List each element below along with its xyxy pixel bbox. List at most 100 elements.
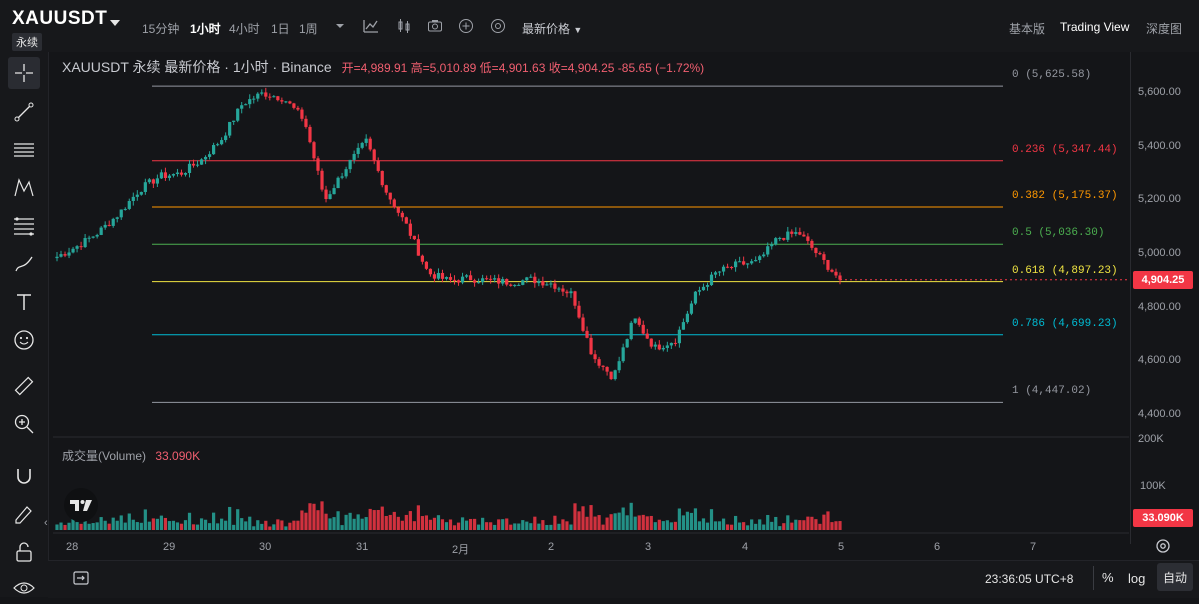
- volume-bar: [649, 515, 653, 530]
- candle-body: [87, 237, 91, 239]
- volume-bar: [798, 520, 802, 530]
- volume-bar: [613, 513, 617, 530]
- volume-bar: [750, 519, 754, 530]
- candle-body: [448, 277, 453, 280]
- interval-4h[interactable]: 4小时: [229, 20, 260, 37]
- volume-bar: [236, 509, 240, 530]
- volume-bar: [770, 521, 774, 530]
- volume-bar: [517, 523, 521, 530]
- candle-body: [677, 329, 681, 344]
- volume-bar: [754, 523, 758, 530]
- volume-bar: [665, 520, 669, 530]
- settings-gear-icon[interactable]: [490, 18, 506, 34]
- top-toolbar: XAUUSDT 永续 15分钟 1小时 4小时 1日 1周 最新价格 ▼ 基本版…: [0, 0, 1199, 52]
- candle-body: [416, 239, 420, 256]
- fib-retracement-tool[interactable]: [8, 210, 40, 242]
- more-intervals-chevron-icon[interactable]: [332, 18, 348, 34]
- go-to-date-icon[interactable]: [72, 569, 90, 587]
- time-axis[interactable]: [53, 535, 1129, 557]
- candle-body: [701, 286, 706, 291]
- tab-trading-view[interactable]: Trading View: [1060, 20, 1129, 34]
- auto-scale-button[interactable]: 自动: [1157, 563, 1193, 591]
- candle-body: [533, 276, 537, 284]
- volume-bar: [127, 513, 131, 530]
- volume-bar: [782, 523, 786, 530]
- volume-bar: [521, 520, 525, 530]
- pattern-tool[interactable]: [8, 172, 40, 204]
- volume-bar: [717, 521, 722, 530]
- candle-body: [75, 246, 79, 249]
- candle-body: [372, 149, 376, 161]
- magnet-tool[interactable]: [8, 460, 40, 492]
- interval-1d[interactable]: 1日: [271, 20, 290, 37]
- zoom-tool[interactable]: [8, 408, 40, 440]
- price-type-selector[interactable]: 最新价格 ▼: [522, 20, 582, 37]
- volume-bar: [493, 524, 497, 530]
- interval-15m[interactable]: 15分钟: [142, 20, 179, 37]
- candle-body: [613, 370, 617, 380]
- price-tick: 4,400.00: [1138, 408, 1181, 420]
- price-axis[interactable]: [1130, 52, 1199, 544]
- volume-bar: [171, 520, 176, 530]
- candle-style-icon[interactable]: [396, 18, 412, 34]
- candle-body: [276, 96, 280, 101]
- candle-body: [348, 159, 352, 170]
- log-scale-button[interactable]: log: [1128, 571, 1145, 586]
- volume-bar: [597, 515, 601, 530]
- lock-icon: [16, 542, 32, 562]
- volume-bar: [296, 520, 300, 530]
- volume-bar: [428, 519, 433, 530]
- volume-bar: [565, 521, 569, 530]
- hide-drawings-tool[interactable]: [8, 572, 40, 604]
- trend-line-tool[interactable]: [8, 96, 40, 128]
- add-plus-icon[interactable]: [458, 18, 474, 34]
- horizontal-lines-tool[interactable]: [8, 134, 40, 166]
- candle-body: [537, 281, 541, 284]
- symbol-selector[interactable]: XAUUSDT: [12, 8, 107, 30]
- emoji-tool[interactable]: [8, 324, 40, 356]
- pencil-lock-icon: [15, 506, 32, 524]
- interval-1w[interactable]: 1周: [299, 20, 318, 37]
- volume-bar: [348, 512, 352, 530]
- crosshair-tool[interactable]: [8, 57, 40, 89]
- symbol-dropdown-icon[interactable]: [110, 20, 120, 26]
- volume-bar: [729, 524, 734, 530]
- legend-ohlc: 开=4,989.91 高=5,010.89 低=4,901.63 收=4,904…: [341, 61, 705, 75]
- lock-pencil-tool[interactable]: [8, 498, 40, 530]
- volume-bar: [163, 517, 168, 530]
- camera-icon[interactable]: [427, 18, 443, 34]
- volume-bar: [224, 520, 228, 530]
- candle-body: [549, 283, 553, 285]
- tradingview-logo[interactable]: [64, 488, 98, 522]
- time-tick: 3: [645, 541, 652, 553]
- candlestick-chart[interactable]: [53, 52, 1129, 544]
- candle-body: [782, 237, 786, 240]
- lock-drawings-tool[interactable]: [8, 536, 40, 568]
- candle-body: [212, 145, 216, 155]
- candle-body: [83, 238, 87, 248]
- volume-bar: [440, 519, 445, 530]
- tab-depth-chart[interactable]: 深度图: [1146, 20, 1182, 37]
- chart-settings-gear-icon[interactable]: [1155, 538, 1171, 554]
- chart-pane[interactable]: [53, 52, 1129, 544]
- text-tool[interactable]: [8, 286, 40, 318]
- candle-body: [316, 158, 320, 171]
- volume-bar: [308, 503, 312, 530]
- indicators-chart-icon[interactable]: [363, 18, 379, 34]
- volume-bar: [240, 518, 244, 530]
- volume-bar: [400, 520, 404, 530]
- interval-1h[interactable]: 1小时: [190, 20, 221, 37]
- tab-basic[interactable]: 基本版: [1009, 20, 1045, 37]
- volume-bar: [806, 516, 810, 530]
- brush-tool[interactable]: [8, 248, 40, 280]
- volume-bar: [99, 517, 103, 530]
- candle-body: [147, 179, 151, 183]
- percent-scale-button[interactable]: %: [1102, 570, 1114, 585]
- ruler-tool[interactable]: [8, 370, 40, 402]
- time-tick: 2月: [452, 544, 470, 556]
- volume-bar: [826, 511, 830, 530]
- candle-body: [653, 344, 657, 347]
- volume-bar: [111, 517, 115, 530]
- volume-bar: [344, 514, 348, 530]
- volume-bar: [617, 512, 621, 530]
